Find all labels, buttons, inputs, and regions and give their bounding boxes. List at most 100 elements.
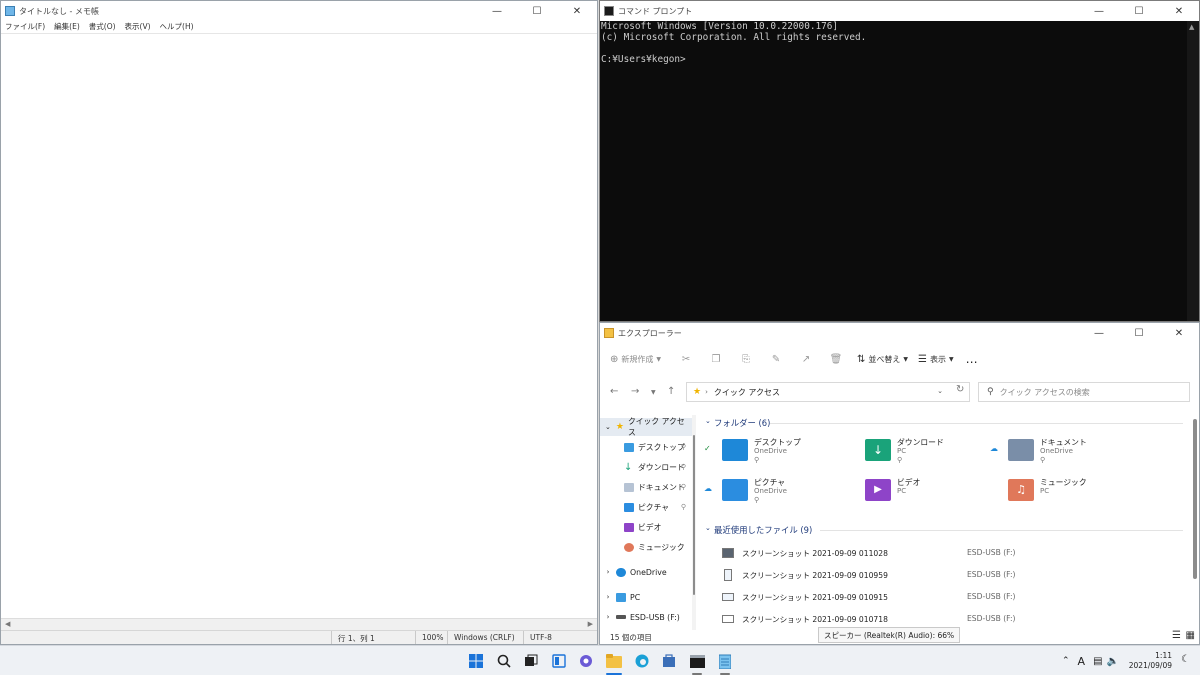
new-button[interactable]: ⊕ 新規作成 ▼ <box>610 354 661 365</box>
content-scrollbar[interactable] <box>1193 419 1197 579</box>
speaker-icon[interactable]: 🔈 <box>1107 656 1119 667</box>
back-icon[interactable]: ← <box>610 386 618 397</box>
recent-file-row[interactable]: スクリーンショット 2021-09-09 011028 ESD-USB (F:) <box>700 542 1191 564</box>
notepad-window: タイトルなし - メモ帳 — ☐ ✕ ファイル(F) 編集(E) 書式(O) 表… <box>0 0 598 645</box>
notification-moon-icon[interactable]: ☾ <box>1181 654 1190 665</box>
store-icon[interactable] <box>661 653 677 669</box>
cursor-position: 行 1、列 1 <box>338 634 375 643</box>
menu-edit[interactable]: 編集(E) <box>54 21 80 33</box>
notepad-menubar: ファイル(F) 編集(E) 書式(O) 表示(V) ヘルプ(H) <box>1 21 597 33</box>
expand-chevron-icon: ⌄ <box>605 423 611 431</box>
collapse-chevron-icon[interactable]: ⌄ <box>705 524 711 532</box>
pin-icon: ⚲ <box>754 456 760 464</box>
address-text: クイック アクセス <box>713 387 781 397</box>
chevron-down-icon[interactable]: ⌄ <box>937 387 943 395</box>
videos-folder-icon: ▶ <box>865 479 891 501</box>
recent-file-row[interactable]: スクリーンショット 2021-09-09 010915 ESD-USB (F:) <box>700 586 1191 608</box>
folder-tile-videos[interactable]: ▶ ビデオ PC <box>843 475 983 511</box>
folder-tile-music[interactable]: ♫ ミュージック PC <box>986 475 1126 511</box>
nav-quick-access[interactable]: ⌄ ★ クイック アクセス <box>600 417 692 437</box>
clock[interactable]: 1:11 2021/09/09 <box>1129 651 1172 671</box>
search-icon: ⚲ <box>987 387 994 397</box>
search-icon[interactable] <box>496 653 512 669</box>
folders-group-header[interactable]: フォルダー (6) <box>714 417 770 429</box>
folder-tile-documents[interactable]: ☁ ドキュメント OneDrive ⚲ <box>986 435 1126 471</box>
folder-tile-downloads[interactable]: ↓ ダウンロード PC ⚲ <box>843 435 983 471</box>
cmd-console[interactable]: Microsoft Windows [Version 10.0.22000.17… <box>600 21 1199 321</box>
volume-tooltip: スピーカー (Realtek(R) Audio): 66% <box>818 627 961 643</box>
task-view-icon[interactable] <box>523 653 539 669</box>
minimize-icon[interactable]: — <box>477 1 517 21</box>
up-icon[interactable]: ↑ <box>667 386 675 397</box>
cmd-scrollbar[interactable]: ▲ <box>1187 21 1199 321</box>
close-icon[interactable]: ✕ <box>1159 323 1199 343</box>
address-bar-row: ← → ▼ ↑ ★ › クイック アクセス ⌄ ↻ ⚲ クイック アクセスの検索 <box>600 378 1199 404</box>
menu-view[interactable]: 表示(V) <box>125 21 151 33</box>
share-icon[interactable]: ↗ <box>791 349 821 369</box>
close-icon[interactable]: ✕ <box>1159 1 1199 21</box>
nav-scrollbar[interactable] <box>692 415 696 630</box>
cut-icon[interactable]: ✂ <box>671 349 701 369</box>
recent-file-row[interactable]: スクリーンショット 2021-09-09 010959 ESD-USB (F:) <box>700 564 1191 586</box>
sort-button[interactable]: ⇅ 並べ替え ▼ <box>857 354 908 365</box>
forward-icon[interactable]: → <box>631 386 639 397</box>
scroll-left-icon[interactable]: ◀ <box>5 620 10 628</box>
delete-icon[interactable]: 🗑 <box>821 349 851 369</box>
maximize-icon[interactable]: ☐ <box>1119 323 1159 343</box>
nav-item-downloads[interactable]: ↓ ダウンロード ⚲ <box>600 458 692 476</box>
tiles-view-icon[interactable]: ▦ <box>1186 630 1195 641</box>
chat-icon[interactable] <box>578 653 594 669</box>
ime-indicator[interactable]: A <box>1078 655 1086 668</box>
close-icon[interactable]: ✕ <box>557 1 597 21</box>
nav-item-music[interactable]: ミュージック <box>600 538 692 556</box>
refresh-icon[interactable]: ↻ <box>956 384 964 395</box>
image-file-icon <box>722 548 734 558</box>
address-box[interactable]: ★ › クイック アクセス ⌄ <box>686 382 970 402</box>
recent-group-header[interactable]: 最近使用したファイル (9) <box>714 524 812 536</box>
nav-label: OneDrive <box>630 567 667 577</box>
nav-pc[interactable]: › PC <box>600 588 692 606</box>
folder-tile-pictures[interactable]: ☁ ピクチャ OneDrive ⚲ <box>700 475 840 511</box>
edge-icon[interactable] <box>634 653 650 669</box>
menu-file[interactable]: ファイル(F) <box>5 21 45 33</box>
document-icon <box>624 482 634 492</box>
menu-help[interactable]: ヘルプ(H) <box>160 21 194 33</box>
paste-icon[interactable]: ⎘ <box>731 349 761 369</box>
copy-icon[interactable]: ❐ <box>701 349 731 369</box>
show-hidden-icons-icon[interactable]: ⌃ <box>1062 656 1070 666</box>
details-view-icon[interactable]: ☰ <box>1172 630 1181 641</box>
view-button[interactable]: ☰ 表示 ▼ <box>918 354 954 365</box>
minimize-icon[interactable]: — <box>1079 323 1119 343</box>
file-explorer-icon[interactable] <box>606 653 622 669</box>
scroll-up-icon[interactable]: ▲ <box>1189 23 1194 31</box>
nav-item-desktop[interactable]: デスクトップ ⚲ <box>600 438 692 456</box>
nav-item-pictures[interactable]: ピクチャ ⚲ <box>600 498 692 516</box>
nav-onedrive[interactable]: › OneDrive <box>600 563 692 581</box>
terminal-icon[interactable] <box>689 653 705 669</box>
rename-icon[interactable]: ✎ <box>761 349 791 369</box>
minimize-icon[interactable]: — <box>1079 1 1119 21</box>
start-icon[interactable] <box>468 653 484 669</box>
collapse-chevron-icon[interactable]: ⌄ <box>705 417 711 425</box>
more-options-button[interactable]: … <box>966 352 978 366</box>
nav-item-videos[interactable]: ビデオ <box>600 518 692 536</box>
notepad-icon[interactable] <box>717 653 733 669</box>
recent-locations-icon[interactable]: ▼ <box>651 389 656 396</box>
scroll-right-icon[interactable]: ▶ <box>588 620 593 628</box>
nav-usb[interactable]: › ESD-USB (F:) <box>600 608 692 626</box>
menu-format[interactable]: 書式(O) <box>89 21 116 33</box>
expand-chevron-icon: › <box>606 613 610 621</box>
nav-label: クイック アクセス <box>627 417 685 437</box>
folder-location: PC <box>897 447 907 455</box>
nav-item-documents[interactable]: ドキュメント ⚲ <box>600 478 692 496</box>
maximize-icon[interactable]: ☐ <box>1119 1 1159 21</box>
widgets-icon[interactable] <box>551 653 567 669</box>
notepad-text-area[interactable] <box>1 33 597 618</box>
search-box[interactable]: ⚲ クイック アクセスの検索 <box>978 382 1190 402</box>
horizontal-scrollbar[interactable]: ◀ ▶ <box>1 618 597 630</box>
network-icon[interactable]: ▤ <box>1093 656 1102 667</box>
maximize-icon[interactable]: ☐ <box>517 1 557 21</box>
folder-tile-desktop[interactable]: ✓ デスクトップ OneDrive ⚲ <box>700 435 840 471</box>
folder-icon <box>604 328 614 338</box>
cloud-icon <box>616 567 626 577</box>
